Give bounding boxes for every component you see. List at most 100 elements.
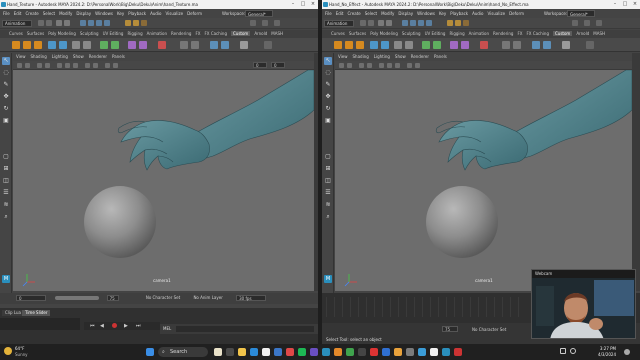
shelf-tab-uv-editing[interactable]: UV Editing <box>425 31 446 36</box>
redo-icon[interactable] <box>64 20 70 26</box>
bookmark-icon[interactable] <box>347 63 352 68</box>
start-frame-field[interactable]: 0 <box>16 295 46 301</box>
shelf-bool-icon[interactable] <box>461 41 469 49</box>
select-tool-icon[interactable]: ↖ <box>324 57 332 65</box>
shelf-uv-icon[interactable] <box>191 41 199 49</box>
shelf-graph-editor-icon[interactable] <box>543 41 551 49</box>
menu-create[interactable]: Create <box>25 11 38 16</box>
shelf-tab-poly-modeling[interactable]: Poly Modeling <box>370 31 398 36</box>
shelf-tab-fx-caching[interactable]: FX Caching <box>527 31 549 36</box>
snap-grid-icon[interactable] <box>88 20 94 26</box>
shelf-tab-fx[interactable]: FX <box>195 31 200 36</box>
paint-select-icon[interactable]: ✎ <box>2 81 10 89</box>
go-end-icon[interactable]: ⏭ <box>136 323 141 329</box>
file-explorer-icon[interactable] <box>238 348 246 356</box>
menu-edit[interactable]: Edit <box>336 11 344 16</box>
wifi-icon[interactable] <box>560 348 566 354</box>
shelf-plane-icon[interactable] <box>59 41 67 49</box>
shelf-smooth-icon[interactable] <box>502 41 510 49</box>
shelf-tab-fx[interactable]: FX <box>517 31 522 36</box>
menu-modify[interactable]: Modify <box>59 11 72 16</box>
film-gate-icon[interactable] <box>367 63 372 68</box>
app-icon-red2[interactable] <box>454 348 462 356</box>
shelf-mirror-icon[interactable] <box>158 41 166 49</box>
notification-icon[interactable] <box>624 349 630 355</box>
maximize-icon[interactable]: □ <box>620 0 630 9</box>
layout-single-icon[interactable]: ▢ <box>324 153 332 161</box>
widgets-icon[interactable] <box>226 348 234 356</box>
shelf-combine-icon[interactable] <box>72 41 80 49</box>
menu-visualize[interactable]: Visualize <box>487 11 505 16</box>
shelf-key-icon[interactable] <box>210 41 218 49</box>
layout-four-icon[interactable]: ⊞ <box>324 165 332 173</box>
task-view-icon[interactable] <box>214 348 222 356</box>
character-set-label-2[interactable]: No Character Set <box>472 327 506 332</box>
grid-toggle-icon[interactable] <box>359 63 364 68</box>
scale-tool-icon[interactable]: ▣ <box>324 117 332 125</box>
shelf-key-icon[interactable] <box>532 41 540 49</box>
maya-taskbar-icon[interactable] <box>322 348 330 356</box>
layout-graph-icon[interactable]: ≋ <box>324 201 332 209</box>
menu-windows[interactable]: Windows <box>95 11 113 16</box>
menu-create[interactable]: Create <box>347 11 360 16</box>
volume-icon[interactable] <box>570 348 576 354</box>
shadows-icon[interactable] <box>415 63 420 68</box>
redo-icon[interactable] <box>386 20 392 26</box>
menu-visualize[interactable]: Visualize <box>165 11 183 16</box>
character-set-label[interactable]: No Character Set <box>146 295 180 300</box>
shelf-cube-icon[interactable] <box>345 41 353 49</box>
app-icon-cyan[interactable] <box>418 348 426 356</box>
minimize-icon[interactable]: – <box>610 0 620 9</box>
end-frame-field[interactable]: 75 <box>442 326 458 332</box>
minimize-icon[interactable]: – <box>288 0 298 9</box>
lights-icon[interactable] <box>85 63 90 68</box>
maya-home-icon[interactable]: M <box>324 275 332 283</box>
undo-icon[interactable] <box>56 20 62 26</box>
render-settings-icon[interactable] <box>141 20 147 26</box>
shelf-bool-icon[interactable] <box>139 41 147 49</box>
folder-icon[interactable] <box>360 20 366 26</box>
rotate-tool-icon[interactable]: ↻ <box>324 105 332 113</box>
edge-icon[interactable] <box>250 348 258 356</box>
camera-attributes-icon[interactable] <box>17 63 22 68</box>
render-icon[interactable] <box>447 20 453 26</box>
snap-point-icon[interactable] <box>426 20 432 26</box>
record-icon[interactable] <box>112 323 117 328</box>
mode-select[interactable]: Animation <box>2 20 32 27</box>
app-icon-maya2[interactable] <box>442 348 450 356</box>
ipr-render-icon[interactable] <box>133 20 139 26</box>
shelf-tab-rigging[interactable]: Rigging <box>449 31 464 36</box>
shelf-tab-custom[interactable]: Custom <box>230 31 251 36</box>
shelf-uv-icon[interactable] <box>513 41 521 49</box>
play-icon[interactable]: ▶ <box>124 323 128 329</box>
shelf-tab-curves[interactable]: Curves <box>9 31 23 36</box>
save-icon[interactable] <box>46 20 52 26</box>
shelf-smooth-icon[interactable] <box>180 41 188 49</box>
shelf-sphere-icon[interactable] <box>334 41 342 49</box>
shelf-extrude-icon[interactable] <box>422 41 430 49</box>
shelf-mirror-icon[interactable] <box>480 41 488 49</box>
shelf-tab-surfaces[interactable]: Surfaces <box>349 31 366 36</box>
shelf-extra-icon[interactable] <box>586 41 594 49</box>
menu-file[interactable]: File <box>325 11 332 16</box>
shelf-tab-animation[interactable]: Animation <box>469 31 489 36</box>
app-icon-blue[interactable] <box>382 348 390 356</box>
mel-input[interactable] <box>176 326 314 332</box>
hand-model[interactable] <box>117 70 314 171</box>
shelf-tab-rendering[interactable]: Rendering <box>171 31 191 36</box>
search-box[interactable]: ⌕ Search <box>158 347 208 357</box>
far-clip-field[interactable]: 0 <box>271 62 285 68</box>
sign-in-icon[interactable] <box>572 20 578 26</box>
shelf-tab-rigging[interactable]: Rigging <box>127 31 142 36</box>
spotify-icon[interactable] <box>298 348 306 356</box>
workspace-select[interactable]: General* <box>567 10 595 17</box>
viewport[interactable]: camera1 <box>335 70 632 291</box>
zoom-icon[interactable]: ⌕ <box>324 213 332 221</box>
channel-box-icon[interactable] <box>596 20 602 26</box>
select-mode-icon[interactable] <box>80 20 86 26</box>
shelf-bridge-icon[interactable] <box>128 41 136 49</box>
menu-playback[interactable]: Playback <box>450 11 468 16</box>
panel-menu-view[interactable]: View <box>338 54 348 59</box>
panel-menu-panels[interactable]: Panels <box>434 54 447 59</box>
smooth-shade-icon[interactable] <box>65 63 70 68</box>
